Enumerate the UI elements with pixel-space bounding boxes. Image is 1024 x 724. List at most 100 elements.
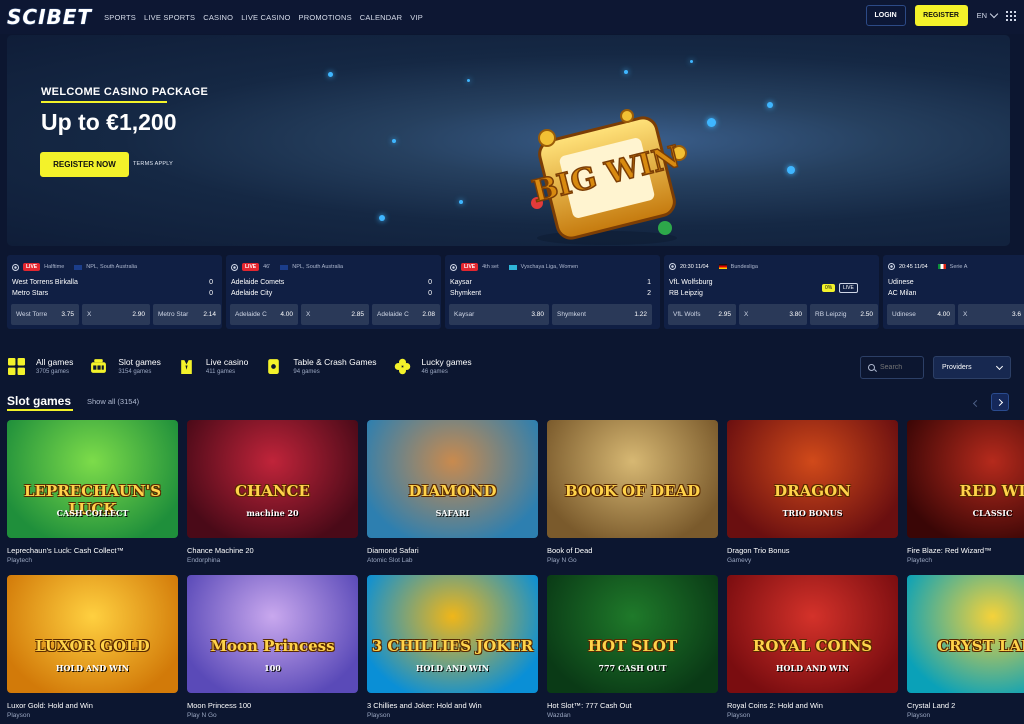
event-card[interactable]: LIVE 46' NPL, South Australia Adelaide C… (226, 255, 441, 329)
game-card[interactable]: LUXOR GOLD HOLD AND WIN Luxor Gold: Hold a… (7, 575, 178, 719)
game-thumbnail[interactable]: DIAMOND SAFARI (367, 420, 538, 538)
slot-machine-icon (91, 358, 107, 373)
margin-badge: 0% (822, 284, 836, 292)
italy-flag-icon (937, 264, 946, 269)
game-art-subtitle: SAFARI (435, 508, 470, 518)
game-card[interactable]: RED WI CLASSIC Fire Blaze: Red Wizard™ Play… (907, 420, 1024, 564)
odds-button-draw[interactable]: X 3.6 (958, 304, 1024, 325)
game-thumbnail[interactable]: CHANCE machine 20 (187, 420, 358, 538)
auth-area: LOGIN REGISTER EN (865, 5, 1024, 26)
game-thumbnail[interactable]: 3 CHILLIES JOKER HOLD AND WIN (367, 575, 538, 693)
game-card[interactable]: ROYAL COINS HOLD AND WIN Royal Coins 2: Ho… (727, 575, 898, 719)
odds-button-draw[interactable]: X 3.80 (739, 304, 807, 325)
carousel-prev-button[interactable] (970, 396, 982, 410)
dealer-icon (181, 359, 192, 374)
category-live-casino[interactable]: Live casino 411 games (178, 357, 248, 375)
category-slot-games[interactable]: Slot games 3154 games (90, 357, 161, 375)
event-team-home: Adelaide Comets (231, 279, 285, 286)
odds-button-away[interactable]: Shymkent 1.22 (552, 304, 652, 325)
odds-button-draw[interactable]: X 2.90 (82, 304, 150, 325)
promo-banner[interactable]: WELCOME CASINO PACKAGE Up to €1,200 REGI… (7, 35, 1010, 246)
game-card[interactable]: CHANCE machine 20 Chance Machine 20 Endorph… (187, 420, 358, 564)
game-card[interactable]: LEPRECHAUN'S LUCK CASH COLLECT Leprechaun'… (7, 420, 178, 564)
odds-button-home[interactable]: VfL Wolfs 2.95 (668, 304, 736, 325)
big-win-slot-illustration: BIG WIN (528, 109, 687, 245)
show-all-link[interactable]: Show all (3154) (87, 397, 139, 406)
category-table-crash-games[interactable]: Table & Crash Games 94 games (265, 357, 377, 375)
odds-button-home[interactable]: Adelaide C 4.00 (230, 304, 298, 325)
casino-page: SCIBET SPORTS LIVE SPORTS CASINO LIVE CA… (0, 0, 1024, 724)
nav-live-casino[interactable]: LIVE CASINO (241, 13, 290, 22)
game-thumbnail[interactable]: HOT SLOT 777 CASH OUT (547, 575, 718, 693)
odds-button-home[interactable]: Kaysar 3.80 (449, 304, 549, 325)
game-thumbnail[interactable]: DRAGON TRIO BONUS (727, 420, 898, 538)
game-search[interactable] (860, 356, 924, 379)
game-provider: Wazdan (547, 712, 571, 719)
game-thumbnail[interactable]: LUXOR GOLD HOLD AND WIN (7, 575, 178, 693)
odds-button-away[interactable]: Adelaide C 2.08 (372, 304, 440, 325)
game-provider: Play N Go (547, 557, 577, 564)
nav-sports[interactable]: SPORTS (104, 13, 136, 22)
live-badge: LIVE (242, 263, 260, 271)
game-art-subtitle: 100 (264, 663, 281, 673)
apps-menu-icon[interactable] (1006, 10, 1016, 21)
game-thumbnail[interactable]: ROYAL COINS HOLD AND WIN (727, 575, 898, 693)
game-name: Book of Dead (547, 546, 593, 555)
nav-promotions[interactable]: PROMOTIONS (299, 13, 352, 22)
game-card[interactable]: 3 CHILLIES JOKER HOLD AND WIN 3 Chillies a… (367, 575, 538, 719)
game-card[interactable]: HOT SLOT 777 CASH OUT Hot Slot™: 777 Cash … (547, 575, 718, 719)
game-card[interactable]: CRYST LAND Crystal Land 2 Playson (907, 575, 1024, 719)
login-button[interactable]: LOGIN (865, 5, 906, 26)
carousel-next-button[interactable] (991, 393, 1009, 411)
chevron-right-icon (995, 398, 1003, 406)
game-art-subtitle: machine 20 (246, 508, 299, 518)
event-team-away: Metro Stars (12, 290, 49, 297)
game-thumbnail[interactable]: RED WI CLASSIC (907, 420, 1024, 538)
event-card[interactable]: 20:45 11/04 Serie A Udinese AC Milan Udi… (883, 255, 1024, 329)
category-all-games[interactable]: All games 3705 games (8, 357, 73, 375)
section-title: Slot games (7, 394, 72, 408)
banner-terms-link[interactable]: TERMS APPLY (133, 161, 173, 167)
game-thumbnail[interactable]: LEPRECHAUN'S LUCK CASH COLLECT (7, 420, 178, 538)
game-card[interactable]: DRAGON TRIO BONUS Dragon Trio Bonus Gamevy (727, 420, 898, 564)
category-lucky-games[interactable]: Lucky games 46 games (394, 357, 472, 375)
chevron-down-icon (989, 9, 999, 19)
odds-button-away[interactable]: RB Leipzig 2.50 (810, 304, 878, 325)
nav-vip[interactable]: VIP (410, 13, 423, 22)
odds-button-draw[interactable]: X 2.85 (301, 304, 369, 325)
game-provider: Endorphina (187, 557, 221, 564)
game-name: Luxor Gold: Hold and Win (7, 701, 93, 710)
register-button[interactable]: REGISTER (914, 5, 968, 26)
nav-calendar[interactable]: CALENDAR (360, 13, 402, 22)
odds-button-away[interactable]: Metro Star 2.14 (153, 304, 221, 325)
brand-logo[interactable]: SCIBET (7, 5, 92, 29)
live-stream-badge: LIVE (839, 283, 858, 293)
game-card[interactable]: Moon Princess 100 Moon Princess 100 Play N … (187, 575, 358, 719)
banner-register-button[interactable]: REGISTER NOW (40, 152, 129, 177)
banner-kicker-underline (41, 101, 167, 103)
nav-live-sports[interactable]: LIVE SPORTS (144, 13, 195, 22)
search-input[interactable] (880, 364, 920, 371)
game-art-title: RED WI (959, 482, 1024, 500)
event-card[interactable]: LIVE Halftime NPL, South Australia West … (7, 255, 222, 329)
language-selector[interactable]: EN (977, 9, 999, 20)
game-thumbnail[interactable]: BOOK OF DEAD (547, 420, 718, 538)
providers-dropdown[interactable]: Providers (933, 356, 1011, 379)
game-card[interactable]: BOOK OF DEAD Book of Dead Play N Go (547, 420, 718, 564)
kazakhstan-flag-icon (508, 264, 517, 270)
event-team-home: West Torrens Birkalla (12, 279, 78, 286)
game-art-title: DIAMOND (408, 482, 497, 500)
game-name: Dragon Trio Bonus (727, 546, 790, 555)
odds-button-home[interactable]: Udinese 4.00 (887, 304, 955, 325)
event-team-home: Kaysar (450, 279, 472, 286)
nav-casino[interactable]: CASINO (203, 13, 233, 22)
game-name: Chance Machine 20 (187, 546, 254, 555)
event-score-home: 1 (647, 279, 651, 286)
odds-button-home[interactable]: West Torre 3.75 (11, 304, 79, 325)
game-thumbnail[interactable]: Moon Princess 100 (187, 575, 358, 693)
game-name: 3 Chillies and Joker: Hold and Win (367, 701, 482, 710)
event-card[interactable]: LIVE 4th set Vyschaya Liga, Women Kaysar… (445, 255, 660, 329)
game-card[interactable]: DIAMOND SAFARI Diamond Safari Atomic Slot L… (367, 420, 538, 564)
event-card[interactable]: 20:30 11/04 Bundesliga VfL Wolfsburg RB … (664, 255, 879, 329)
game-thumbnail[interactable]: CRYST LAND (907, 575, 1024, 693)
